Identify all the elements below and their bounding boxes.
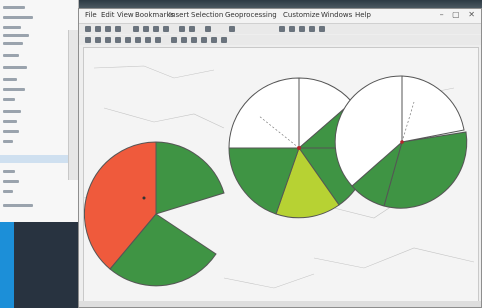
measure-icon[interactable] [221, 37, 227, 43]
status-bar [79, 301, 481, 307]
menu-view[interactable]: View [117, 11, 134, 20]
panel-row [3, 190, 13, 193]
toolbox-icon[interactable] [299, 26, 305, 32]
model-builder-icon[interactable] [319, 26, 325, 32]
pie-chart-right [334, 75, 468, 209]
open-icon[interactable] [95, 26, 101, 32]
selected-panel-row[interactable] [0, 155, 70, 163]
fixed-zoom-in-icon[interactable] [125, 37, 131, 43]
gis-app-window: File Edit View Bookmarks Insert Selectio… [78, 8, 482, 308]
panel-row [3, 170, 15, 173]
menu-insert[interactable]: Insert [169, 11, 189, 20]
undo-icon[interactable] [179, 26, 185, 32]
select-elements-icon[interactable] [191, 37, 197, 43]
zoom-in-icon[interactable] [85, 37, 91, 43]
panel-row [3, 34, 29, 37]
menu-geoprocessing[interactable]: Geoprocessing [225, 11, 277, 20]
menu-file[interactable]: File [85, 11, 97, 20]
find-icon[interactable] [211, 37, 217, 43]
fixed-zoom-out-icon[interactable] [135, 37, 141, 43]
pie-slice-green [155, 141, 225, 215]
desktop-background [14, 222, 78, 308]
menu-customize[interactable]: Customize [283, 11, 320, 20]
map-canvas[interactable] [83, 47, 479, 305]
menu-selection[interactable]: Selection [191, 11, 223, 20]
window-controls[interactable]: – ▢ ✕ [440, 10, 478, 19]
panel-row [3, 110, 21, 113]
menu-help[interactable]: Help [355, 11, 371, 20]
forward-extent-icon[interactable] [155, 37, 161, 43]
panel-row [3, 42, 23, 45]
panel-row [3, 88, 25, 91]
panel-scrollbar[interactable] [68, 30, 78, 180]
pie-center-point [297, 146, 301, 150]
taskbar-strip [0, 222, 14, 308]
copy-icon[interactable] [143, 26, 149, 32]
clear-selection-icon[interactable] [181, 37, 187, 43]
add-data-icon[interactable] [205, 26, 211, 32]
menu-bar: File Edit View Bookmarks Insert Selectio… [79, 9, 481, 24]
pan-icon[interactable] [105, 37, 111, 43]
new-icon[interactable] [85, 26, 91, 32]
left-side-panel [0, 0, 79, 222]
pie-chart-layer [84, 65, 475, 289]
panel-row [3, 120, 17, 123]
panel-row [3, 140, 13, 143]
toolbar-primary [79, 24, 481, 34]
panel-row [3, 6, 25, 9]
zoom-out-icon[interactable] [95, 37, 101, 43]
panel-row [3, 204, 33, 207]
menu-windows[interactable]: Windows [321, 11, 352, 20]
panel-row [3, 130, 19, 133]
delete-icon[interactable] [163, 26, 169, 32]
panel-row [3, 78, 17, 81]
catalog-icon[interactable] [279, 26, 285, 32]
select-features-icon[interactable] [171, 37, 177, 43]
redo-icon[interactable] [189, 26, 195, 32]
panel-row [3, 26, 21, 29]
search-icon[interactable] [289, 26, 295, 32]
menu-edit[interactable]: Edit [101, 11, 115, 20]
panel-row [3, 16, 33, 19]
panel-row [3, 180, 19, 183]
panel-row [3, 98, 15, 101]
paste-icon[interactable] [153, 26, 159, 32]
panel-row [3, 66, 27, 69]
print-icon[interactable] [115, 26, 121, 32]
editor-icon[interactable] [229, 26, 235, 32]
save-icon[interactable] [105, 26, 111, 32]
pie-chart-left [84, 141, 225, 287]
pie-slice-empty [228, 77, 300, 149]
back-extent-icon[interactable] [145, 37, 151, 43]
pie-slice-empty [401, 75, 465, 143]
pie-center-point [400, 140, 404, 144]
identify-icon[interactable] [201, 37, 207, 43]
python-icon[interactable] [309, 26, 315, 32]
full-extent-icon[interactable] [115, 37, 121, 43]
panel-row [3, 54, 19, 57]
cut-icon[interactable] [133, 26, 139, 32]
slice-marker [142, 196, 146, 200]
toolbar-tools [79, 35, 481, 45]
